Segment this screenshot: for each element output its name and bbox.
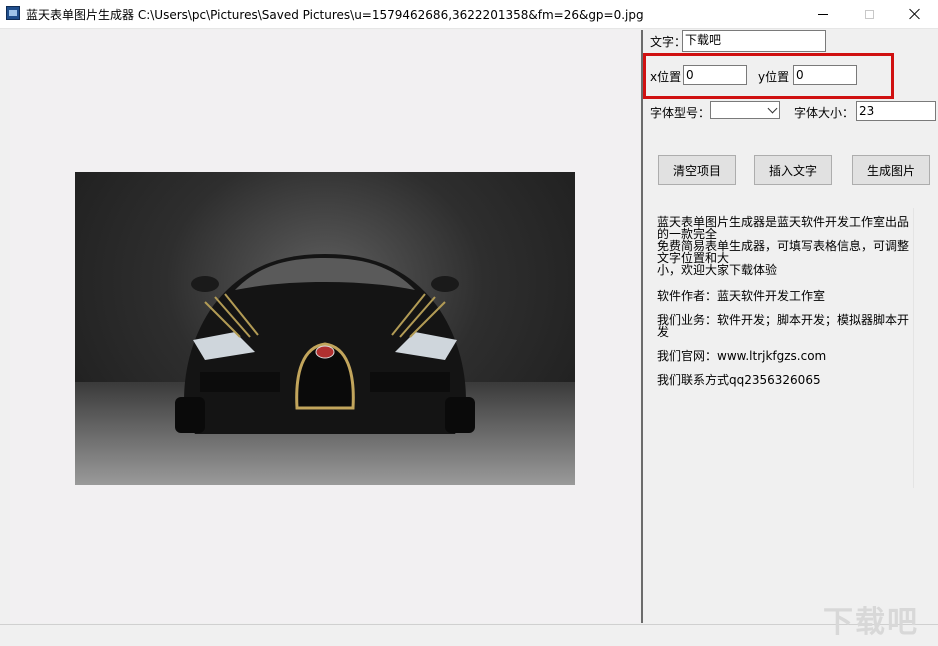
- app-icon: [6, 6, 20, 20]
- watermark-logo: 下载吧: [823, 605, 919, 640]
- maximize-button: [846, 0, 892, 28]
- font-type-select[interactable]: [710, 101, 780, 119]
- minimize-icon: [818, 13, 828, 15]
- status-bar: [0, 624, 938, 646]
- position-highlight-box: [643, 53, 894, 99]
- info-textarea[interactable]: 蓝天表单图片生成器是蓝天软件开发工作室出品 的一款完全 免费简易表单生成器，可填…: [655, 208, 914, 488]
- minimize-button[interactable]: [800, 0, 846, 28]
- close-icon: [909, 8, 921, 20]
- window-title: 蓝天表单图片生成器 C:\Users\pc\Pictures\Saved Pic…: [26, 8, 644, 22]
- font-size-label: 字体大小：: [794, 106, 855, 120]
- chevron-down-icon: [767, 103, 778, 114]
- generate-image-button[interactable]: 生成图片: [852, 155, 930, 185]
- font-type-label: 字体型号：: [650, 106, 711, 120]
- image-canvas[interactable]: [10, 30, 640, 623]
- text-input[interactable]: 下载吧: [682, 30, 826, 52]
- car-photo: [75, 172, 575, 485]
- text-label: 文字：: [650, 35, 687, 49]
- app-window: 蓝天表单图片生成器 C:\Users\pc\Pictures\Saved Pic…: [0, 0, 938, 646]
- panel-splitter[interactable]: [641, 30, 643, 623]
- maximize-icon: [864, 9, 874, 19]
- clear-items-button[interactable]: 清空项目: [658, 155, 736, 185]
- close-button[interactable]: [892, 0, 938, 28]
- insert-text-button[interactable]: 插入文字: [754, 155, 832, 185]
- info-line: 我们业务：软件开发；脚本开发；模拟器脚本开: [657, 313, 910, 327]
- car-photo-icon: [175, 254, 475, 434]
- info-line: 发: [657, 325, 670, 339]
- font-size-input[interactable]: 23: [856, 101, 936, 121]
- info-line: 软件作者：蓝天软件开发工作室: [657, 289, 826, 303]
- info-line: 我们联系方式qq2356326065: [657, 373, 821, 387]
- title-bar[interactable]: 蓝天表单图片生成器 C:\Users\pc\Pictures\Saved Pic…: [0, 0, 938, 29]
- info-line: 我们官网：www.ltrjkfgzs.com: [657, 349, 827, 363]
- info-line: 小，欢迎大家下载体验: [657, 263, 778, 277]
